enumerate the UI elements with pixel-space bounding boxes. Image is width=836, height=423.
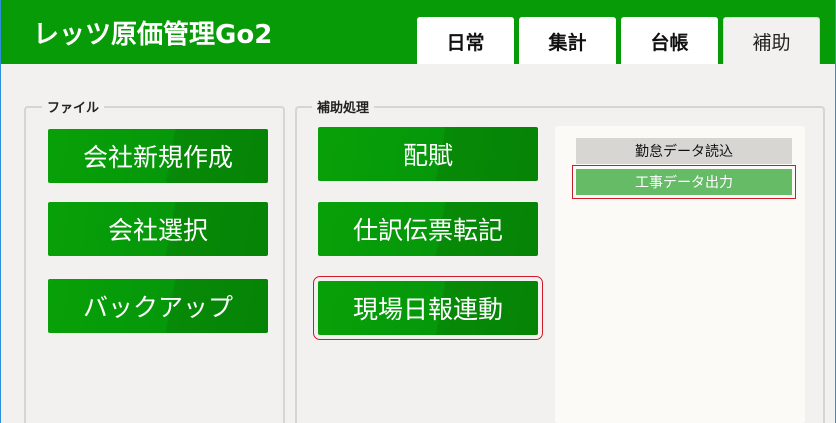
aux-group-label: 補助処理	[312, 97, 375, 116]
journal-transfer-button[interactable]: 仕訳伝票転記	[318, 202, 538, 256]
tab-ledger[interactable]: 台帳	[621, 17, 718, 65]
app-title: レッツ原価管理Go2	[33, 20, 273, 50]
app-window: レッツ原価管理Go2 日常 集計 台帳 補助 ファイル 会社新規作成 会社選択 …	[0, 0, 836, 423]
aux-list-panel: 勤怠データ読込 工事データ出力	[555, 126, 805, 423]
site-daily-report-link-button[interactable]: 現場日報連動	[313, 276, 543, 340]
header-bar: レッツ原価管理Go2 日常 集計 台帳 補助	[1, 0, 835, 65]
new-company-button[interactable]: 会社新規作成	[48, 129, 268, 183]
tab-auxiliary[interactable]: 補助	[723, 17, 820, 65]
attendance-import-item[interactable]: 勤怠データ読込	[576, 138, 792, 164]
backup-button[interactable]: バックアップ	[48, 279, 268, 333]
select-company-button[interactable]: 会社選択	[48, 202, 268, 256]
file-group-label: ファイル	[42, 97, 105, 116]
tab-daily[interactable]: 日常	[417, 17, 514, 65]
construction-data-export-item[interactable]: 工事データ出力	[572, 165, 796, 199]
tab-summary[interactable]: 集計	[519, 17, 616, 65]
allocation-button[interactable]: 配賦	[318, 127, 538, 181]
